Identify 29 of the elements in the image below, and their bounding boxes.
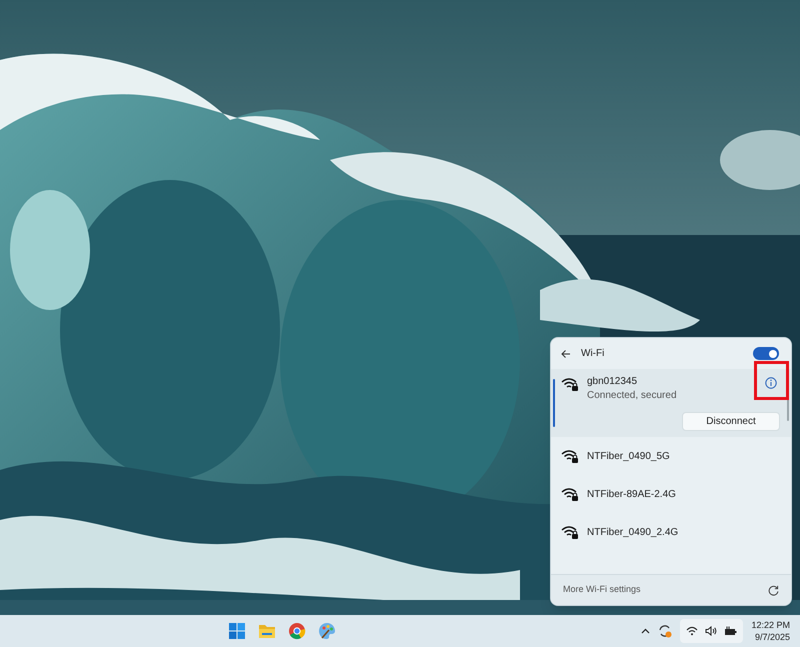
refresh-icon[interactable] <box>768 584 779 596</box>
system-tray-group[interactable] <box>680 619 744 643</box>
wifi-icon <box>686 626 698 636</box>
wifi-lock-icon <box>561 377 579 392</box>
network-status: Connected, secured <box>587 389 677 403</box>
disconnect-button[interactable]: Disconnect <box>682 412 780 431</box>
more-settings-link[interactable]: More Wi-Fi settings <box>563 583 641 597</box>
back-arrow-icon[interactable] <box>561 348 571 358</box>
chevron-up-icon[interactable] <box>641 628 650 634</box>
paint-palette-icon[interactable] <box>318 622 336 640</box>
wifi-lock-icon <box>561 486 579 502</box>
info-icon[interactable] <box>765 377 777 389</box>
network-item[interactable]: NTFiber_0490_2.4G <box>551 513 791 551</box>
sync-icon[interactable] <box>658 624 672 638</box>
connected-network-item[interactable]: gbn012345 Connected, secured Disconnect <box>551 369 791 437</box>
network-name: gbn012345 <box>587 375 638 389</box>
windows-start-icon[interactable] <box>228 622 246 640</box>
panel-title: Wi-Fi <box>581 347 606 361</box>
folder-icon[interactable] <box>258 622 276 640</box>
speaker-icon <box>705 626 718 636</box>
scrollbar[interactable] <box>787 399 789 421</box>
wifi-lock-icon <box>561 524 579 540</box>
battery-plug-icon <box>724 626 738 636</box>
network-item[interactable]: NTFiber-89AE-2.4G <box>551 475 791 513</box>
network-item[interactable]: NTFiber_0490_5G <box>551 437 791 475</box>
wifi-toggle[interactable] <box>753 347 779 360</box>
browser-icon[interactable] <box>288 622 306 640</box>
wifi-lock-icon <box>561 448 579 464</box>
clock[interactable]: 12:22 PM 9/7/2025 <box>751 619 790 643</box>
